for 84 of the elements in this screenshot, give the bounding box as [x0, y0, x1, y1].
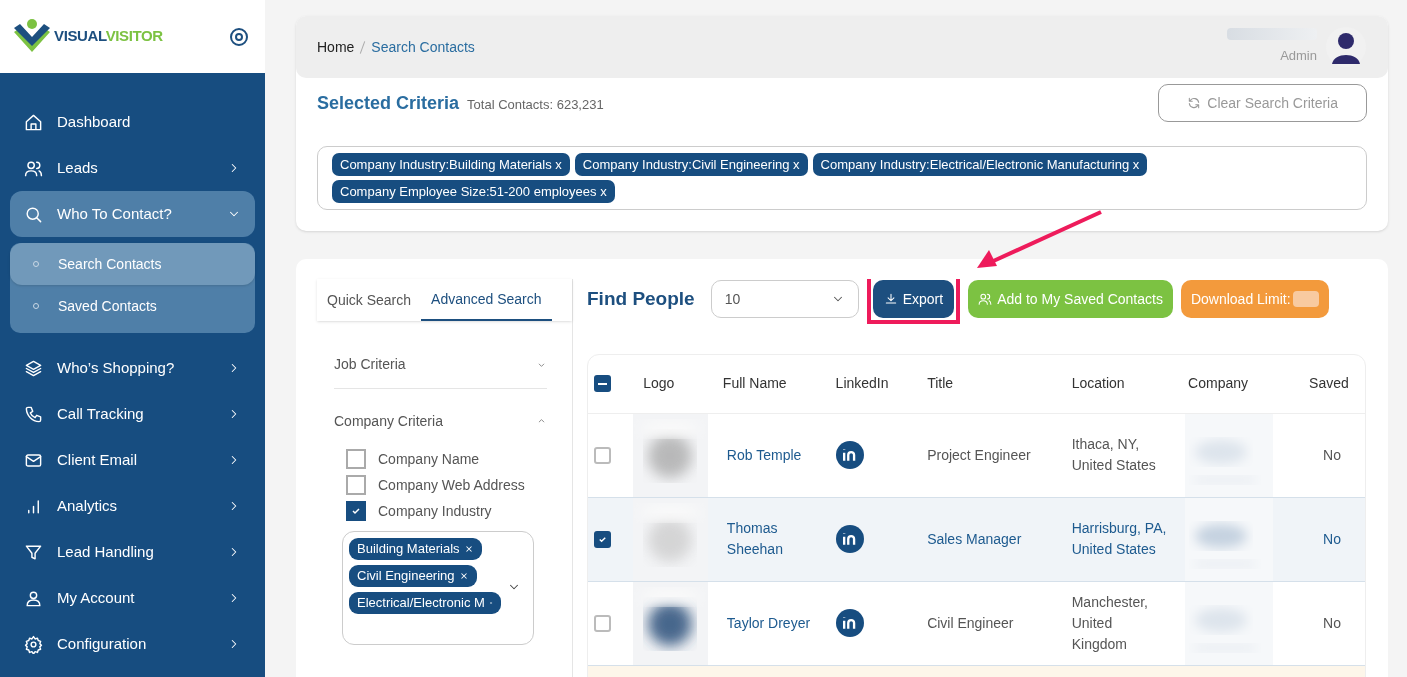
option-label: Company Industry: [378, 502, 492, 521]
checkbox[interactable]: [594, 446, 611, 464]
accordion-header[interactable]: Job Criteria: [334, 341, 547, 389]
option-label: Company Name: [378, 450, 480, 469]
criteria-tag[interactable]: Company Industry:Electrical/Electronic Manufacturing x: [812, 153, 1148, 176]
nav-item[interactable]: Who’s Shopping?: [10, 345, 255, 391]
industry-tag[interactable]: Building Materials: [349, 538, 482, 560]
layers-icon: [24, 358, 43, 378]
search-tab[interactable]: Quick Search: [317, 279, 422, 321]
accordion-header[interactable]: Company Criteria: [334, 397, 547, 445]
checkbox[interactable]: [346, 475, 366, 495]
industry-tag[interactable]: Electrical/Electronic M: [349, 592, 501, 614]
linkedin-icon[interactable]: [835, 441, 864, 469]
nav-item[interactable]: Call Tracking: [10, 391, 255, 437]
blurred-value: [1292, 291, 1319, 307]
total-contacts: Total Contacts: 623,231: [467, 95, 604, 114]
home-icon: [24, 112, 43, 132]
column-header[interactable]: Location: [1061, 355, 1179, 413]
refresh-icon: [1187, 96, 1202, 110]
export-button[interactable]: Export: [872, 280, 955, 318]
table-cell: Manchester, United Kingdom: [1061, 581, 1179, 665]
nav-item[interactable]: Who To Contact?: [10, 191, 255, 237]
linkedin-icon[interactable]: [835, 609, 864, 637]
section-title: Selected Criteria: [317, 91, 460, 115]
check-icon: [350, 505, 362, 517]
user-icon: [24, 588, 43, 608]
phone-icon: [24, 404, 43, 424]
breadcrumb-link[interactable]: Home: [317, 36, 355, 58]
column-header[interactable]: Company: [1178, 355, 1300, 413]
table-row[interactable]: Taylor Dreyer Civil Engineer Manchester, United Kingdom No: [588, 581, 1365, 665]
industry-select[interactable]: Building Materials Civil Engineering Electrical/Electronic M: [342, 531, 534, 645]
contact-name[interactable]: Taylor Dreyer: [712, 581, 826, 665]
criteria-tag[interactable]: Company Industry:Building Materials x: [332, 153, 570, 176]
table-cell: Civil Engineer: [917, 581, 1062, 665]
criteria-tag[interactable]: Company Industry:Civil Engineering x: [574, 153, 808, 176]
users-icon: [978, 292, 993, 306]
submenu-item[interactable]: Saved Contacts: [10, 285, 255, 327]
search-icon: [24, 204, 43, 224]
table-cell: Sales Manager: [917, 497, 1062, 581]
column-header[interactable]: Title: [917, 355, 1062, 413]
download-icon: [883, 292, 898, 306]
nav-item[interactable]: Client Email: [10, 437, 255, 483]
contact-name[interactable]: Rob Temple: [712, 413, 826, 497]
brand-name: VISUAL: [54, 27, 106, 45]
linkedin-icon[interactable]: [835, 525, 864, 553]
download-limit-label: Download Limit:: [1190, 289, 1291, 309]
table-cell: Project Engineer: [917, 413, 1062, 497]
filter-icon: [24, 542, 43, 562]
criteria-field[interactable]: Company Industry:Building Materials x Company Industry:Civil Engineering x Company Industry:Electrical/Electronic Manufacturing x Company Employee Size:51-200 employees x: [317, 146, 1367, 210]
table-row[interactable]: Rob Temple Project Engineer Ithaca, NY, United States No: [588, 413, 1365, 497]
brand-name: VISITOR: [105, 27, 163, 45]
nav-item[interactable]: Dashboard: [10, 99, 255, 145]
checkbox[interactable]: [594, 614, 611, 632]
table-cell: Ithaca, NY, United States: [1061, 413, 1179, 497]
table-cell: No: [1299, 497, 1365, 581]
user-role: Admin: [1280, 47, 1317, 66]
search-tab[interactable]: Advanced Search: [421, 279, 552, 321]
table-row[interactable]: Thomas Sheehan Sales Manager Harrisburg, PA, United States No: [588, 497, 1365, 581]
nav-item[interactable]: Leads: [10, 145, 255, 191]
checkbox[interactable]: [346, 449, 366, 469]
circle-icon: [30, 258, 42, 270]
settings-icon: [24, 634, 43, 654]
industry-tag[interactable]: Civil Engineering: [349, 565, 477, 587]
target-icon[interactable]: [229, 26, 249, 47]
section-title: Find People: [587, 286, 695, 311]
column-header[interactable]: Saved: [1299, 355, 1365, 413]
table-cell: Harrisburg, PA, United States: [1061, 497, 1179, 581]
nav-item[interactable]: Lead Handling: [10, 529, 255, 575]
select-all-checkbox[interactable]: [594, 375, 611, 393]
page-size-select[interactable]: 10: [710, 280, 859, 318]
nav-item[interactable]: Configuration: [10, 621, 255, 667]
table-cell: No: [1299, 413, 1365, 497]
column-header[interactable]: Full Name: [712, 355, 826, 413]
column-header[interactable]: Logo: [633, 355, 713, 413]
option-label: Company Web Address: [378, 476, 525, 495]
nav-item[interactable]: My Account: [10, 575, 255, 621]
nav-item[interactable]: Analytics: [10, 483, 255, 529]
table-cell: No: [1299, 581, 1365, 665]
circle-icon: [30, 300, 42, 312]
criteria-tag[interactable]: Company Employee Size:51-200 employees x: [332, 180, 615, 203]
column-header[interactable]: LinkedIn: [825, 355, 918, 413]
checkbox[interactable]: [346, 501, 366, 521]
checkbox[interactable]: [594, 530, 611, 548]
contact-name[interactable]: Thomas Sheehan: [712, 497, 826, 581]
